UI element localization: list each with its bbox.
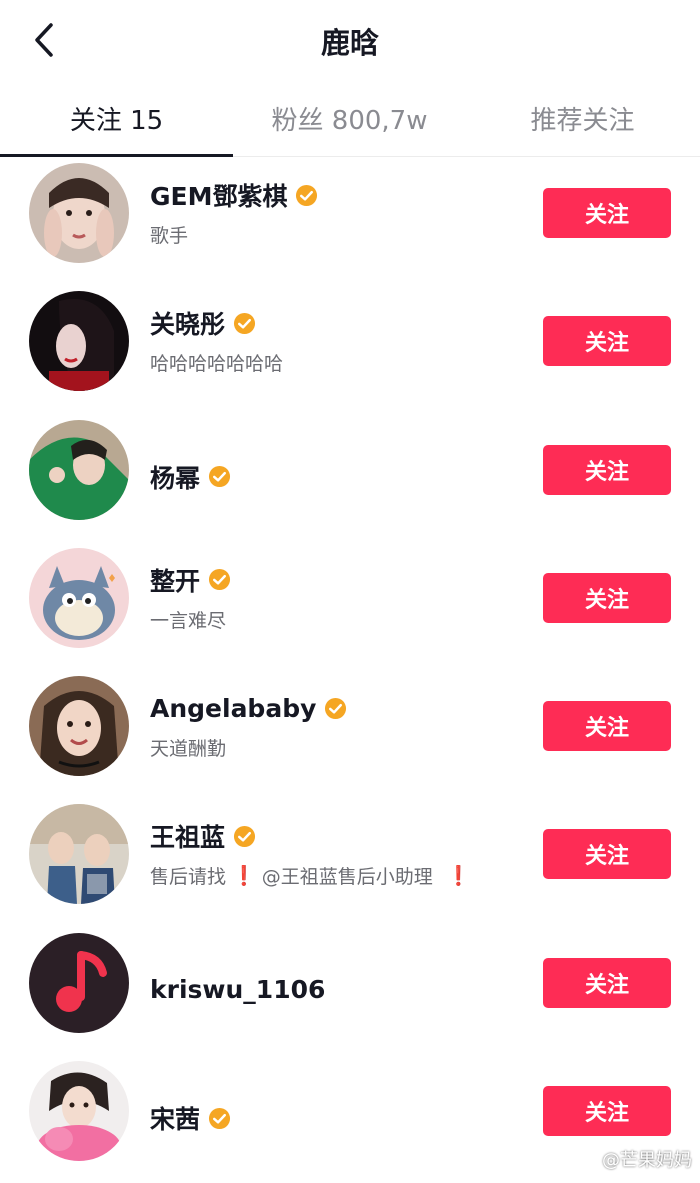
list-item[interactable]: kriswu_1106 关注 xyxy=(0,927,700,1055)
verified-badge-icon xyxy=(208,1107,231,1129)
exclamation-icon: ❗ xyxy=(232,865,256,888)
user-name[interactable]: 杨幂 xyxy=(150,459,200,495)
verified-badge-icon xyxy=(208,466,231,488)
list-item[interactable]: 关晓彤 哈哈哈哈哈哈哈 关注 xyxy=(0,285,700,413)
avatar[interactable] xyxy=(29,163,129,263)
user-bio: 售后请找 ❗ @王祖蓝售后小助理 ❗ xyxy=(150,862,476,889)
verified-badge-icon xyxy=(233,825,256,848)
following-list: GEM鄧紫棋 歌手 关注 关晓彤 哈哈哈哈哈哈哈 关注 杨幂 关注 整开 一言难… xyxy=(0,157,700,1183)
list-item[interactable]: Angelababy 天道酬勤 关注 xyxy=(0,670,700,798)
user-name[interactable]: Angelababy xyxy=(150,694,316,723)
watermark: @芒果妈妈 xyxy=(577,1146,692,1172)
tab-fans[interactable]: 粉丝 800,7w xyxy=(233,80,466,156)
avatar[interactable] xyxy=(29,1061,129,1162)
follow-button[interactable]: 关注 xyxy=(543,316,671,367)
user-name[interactable]: 王祖蓝 xyxy=(150,818,225,854)
follow-button[interactable]: 关注 xyxy=(543,701,671,752)
nav-bar: 鹿晗 xyxy=(0,0,700,80)
avatar[interactable] xyxy=(29,419,129,520)
tab-following[interactable]: 关注 15 xyxy=(0,80,233,156)
list-item[interactable]: 王祖蓝 售后请找 ❗ @王祖蓝售后小助理 ❗ 关注 xyxy=(0,798,700,926)
follow-button[interactable]: 关注 xyxy=(543,1086,671,1137)
verified-badge-icon xyxy=(233,312,256,334)
list-item[interactable]: 整开 一言难尽 关注 xyxy=(0,542,700,670)
follow-button[interactable]: 关注 xyxy=(543,957,671,1008)
user-bio-text: 售后请找 xyxy=(150,866,227,889)
watermark-text: @芒果妈妈 xyxy=(602,1150,692,1171)
follow-button[interactable]: 关注 xyxy=(543,572,671,623)
follow-button[interactable]: 关注 xyxy=(543,444,671,495)
user-bio-mention[interactable]: @王祖蓝售后小助理 xyxy=(262,862,433,889)
avatar[interactable] xyxy=(29,804,129,905)
user-bio: 哈哈哈哈哈哈哈 xyxy=(150,353,284,376)
follow-button[interactable]: 关注 xyxy=(543,188,671,238)
verified-badge-icon xyxy=(296,184,318,206)
exclamation-icon: ❗ xyxy=(446,865,471,888)
user-name[interactable]: 整开 xyxy=(150,562,200,598)
avatar[interactable] xyxy=(29,676,129,777)
weibo-icon xyxy=(577,1151,598,1168)
avatar[interactable] xyxy=(29,932,129,1033)
list-item[interactable]: 杨幂 关注 xyxy=(0,414,700,542)
user-bio: 歌手 xyxy=(150,225,189,247)
avatar[interactable] xyxy=(29,291,129,392)
user-name[interactable]: 宋茜 xyxy=(150,1100,200,1136)
page-title: 鹿晗 xyxy=(320,26,379,60)
list-item[interactable]: GEM鄧紫棋 歌手 关注 xyxy=(0,157,700,285)
user-name[interactable]: 关晓彤 xyxy=(150,305,225,341)
avatar[interactable] xyxy=(29,547,129,648)
user-name[interactable]: GEM鄧紫棋 xyxy=(150,177,287,213)
user-bio: 天道酬勤 xyxy=(150,738,227,761)
verified-badge-icon xyxy=(208,569,231,591)
follow-button[interactable]: 关注 xyxy=(543,829,671,880)
tab-bar: 关注 15 粉丝 800,7w 推荐关注 xyxy=(0,80,700,157)
user-bio: 一言难尽 xyxy=(150,609,227,632)
user-name[interactable]: kriswu_1106 xyxy=(150,975,325,1004)
verified-badge-icon xyxy=(325,697,347,719)
tab-recommended[interactable]: 推荐关注 xyxy=(466,80,699,156)
